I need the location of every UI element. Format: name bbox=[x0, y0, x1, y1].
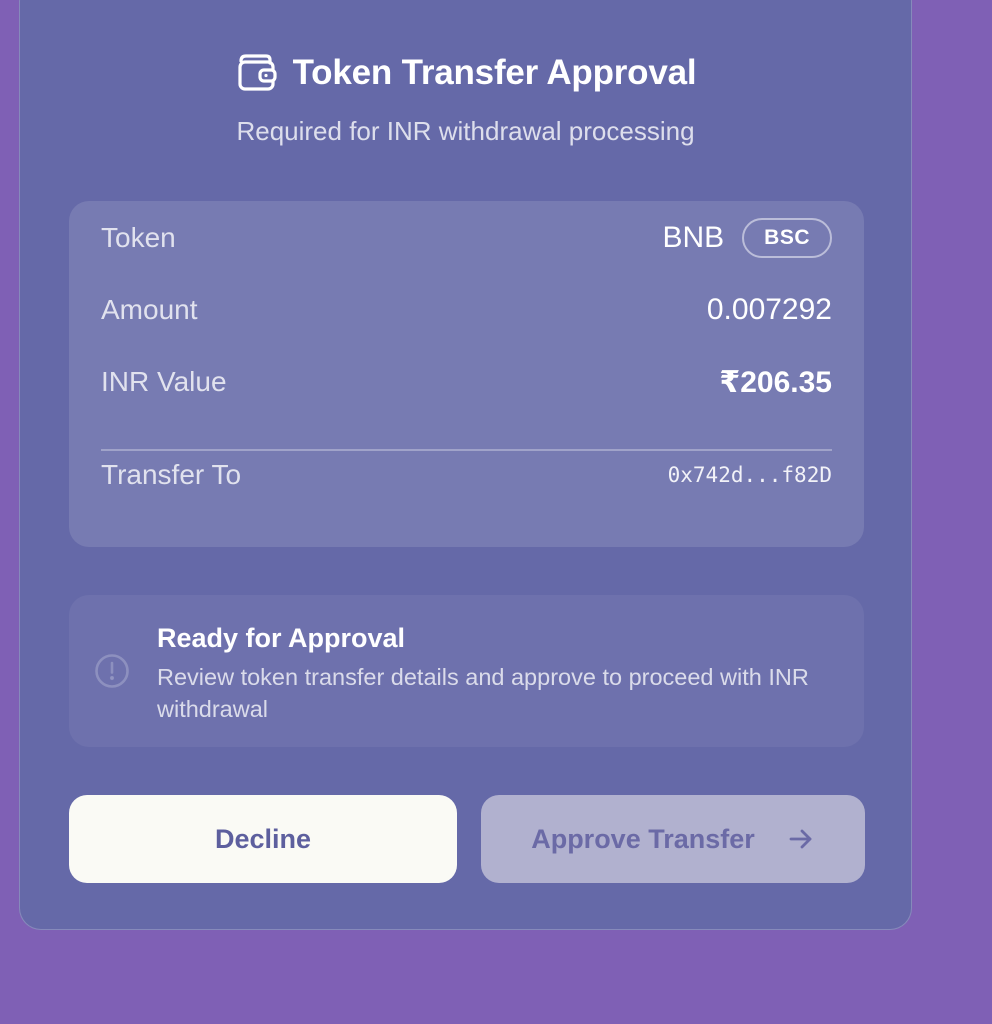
token-info: BNB BSC bbox=[662, 218, 832, 258]
transfer-details-panel: Token BNB BSC Amount 0.007292 INR Value … bbox=[69, 201, 864, 547]
notice-body: Review token transfer details and approv… bbox=[157, 664, 809, 722]
approve-transfer-button[interactable]: Approve Transfer bbox=[481, 795, 865, 883]
decline-button-label: Decline bbox=[214, 823, 312, 854]
notice-title: Ready for Approval bbox=[157, 623, 406, 653]
details-divider bbox=[101, 449, 832, 451]
inr-value: ₹206.35 bbox=[719, 365, 832, 399]
token-value: BNB bbox=[662, 221, 725, 254]
amount-value: 0.007292 bbox=[706, 293, 832, 326]
dialog-subtitle: Required for INR withdrawal processing bbox=[236, 116, 695, 146]
chain-badge: BSC bbox=[742, 218, 832, 258]
approval-card: Token Transfer Approval Required for INR… bbox=[19, 0, 912, 930]
inr-value-label: INR Value bbox=[101, 366, 227, 397]
arrow-right-icon bbox=[787, 825, 815, 853]
info-circle-icon bbox=[94, 653, 130, 689]
wallet-icon bbox=[235, 51, 279, 95]
approval-notice: Ready for Approval Review token transfer… bbox=[69, 595, 864, 747]
transfer-to-address: 0x742d...f82D bbox=[667, 463, 832, 487]
token-row: Token BNB BSC bbox=[101, 216, 832, 260]
transfer-to-label: Transfer To bbox=[101, 459, 242, 490]
dialog-header: Token Transfer Approval bbox=[20, 51, 911, 95]
decline-button[interactable]: Decline bbox=[69, 795, 457, 883]
inr-value-row: INR Value ₹206.35 bbox=[101, 360, 832, 404]
dialog-title: Token Transfer Approval bbox=[292, 53, 697, 92]
approve-button-label: Approve Transfer bbox=[531, 823, 755, 854]
token-label: Token bbox=[101, 222, 176, 253]
transfer-to-row: Transfer To 0x742d...f82D bbox=[101, 453, 832, 497]
amount-row: Amount 0.007292 bbox=[101, 288, 832, 332]
amount-label: Amount bbox=[101, 294, 198, 325]
